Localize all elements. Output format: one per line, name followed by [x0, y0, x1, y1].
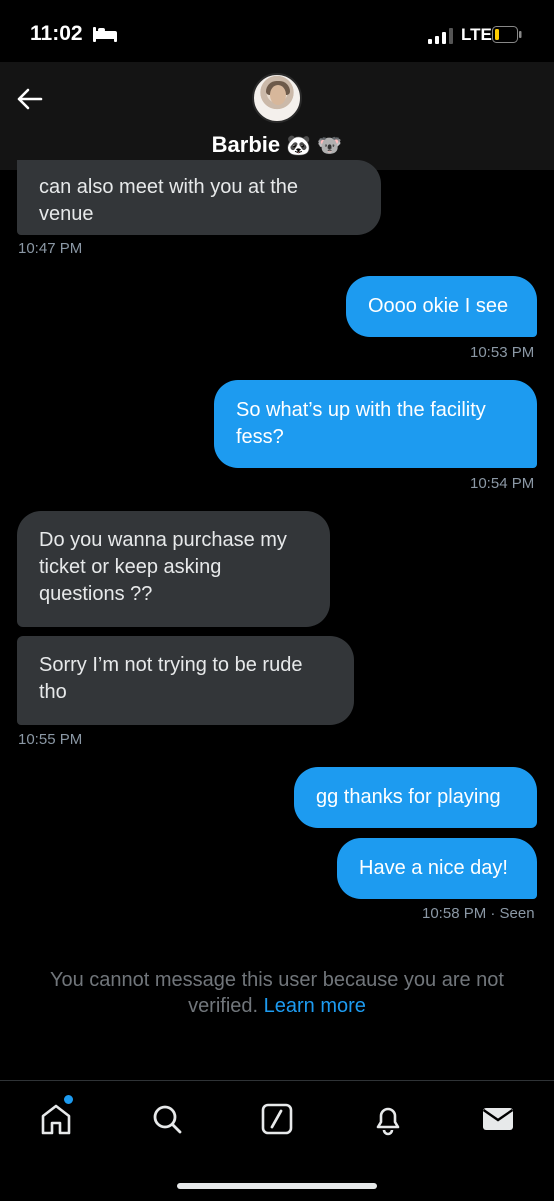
home-notification-dot: [62, 1093, 75, 1106]
message-bubble-incoming[interactable]: can also meet with you at the venue: [17, 160, 381, 235]
message-bubble-incoming[interactable]: Sorry I’m not trying to be rude tho: [17, 636, 354, 725]
message-timestamp: 10:54 PM: [470, 475, 535, 492]
notifications-icon[interactable]: [370, 1101, 406, 1137]
message-timestamp: 10:55 PM: [18, 731, 83, 748]
sleep-focus-icon: [93, 27, 117, 42]
message-timestamp: 10:47 PM: [18, 240, 83, 257]
home-indicator[interactable]: [177, 1183, 377, 1189]
battery-icon: [492, 26, 522, 43]
grok-icon[interactable]: [259, 1101, 295, 1137]
cannot-message-notice: You cannot message this user because you…: [49, 969, 504, 1017]
message-timestamp-seen: 10:58 PM · Seen: [422, 905, 535, 922]
avatar[interactable]: [252, 73, 302, 123]
network-type: LTE: [461, 25, 492, 44]
status-bar: 11:02 LTE: [0, 0, 554, 62]
conversation-title[interactable]: Barbie 🐼 🐨: [0, 132, 554, 158]
back-arrow-icon[interactable]: [14, 84, 44, 114]
message-bubble-outgoing[interactable]: Have a nice day!: [337, 838, 537, 899]
name-emoji: 🐼 🐨: [286, 133, 343, 157]
message-bubble-outgoing[interactable]: gg thanks for playing: [294, 767, 537, 828]
cellular-signal-icon: [428, 28, 453, 44]
search-icon[interactable]: [149, 1101, 185, 1137]
conversation-header: Barbie 🐼 🐨: [0, 62, 554, 170]
home-icon[interactable]: [38, 1101, 74, 1137]
message-bubble-incoming[interactable]: Do you wanna purchase my ticket or keep …: [17, 511, 330, 627]
message-timestamp: 10:53 PM: [470, 344, 535, 361]
status-time: 11:02: [30, 22, 83, 45]
contact-name: Barbie: [211, 132, 281, 157]
message-bubble-outgoing[interactable]: Oooo okie I see: [346, 276, 537, 337]
message-bubble-outgoing[interactable]: So what’s up with the facility fess?: [214, 380, 537, 468]
messages-icon[interactable]: [480, 1101, 516, 1137]
learn-more-link[interactable]: Learn more: [264, 995, 366, 1017]
